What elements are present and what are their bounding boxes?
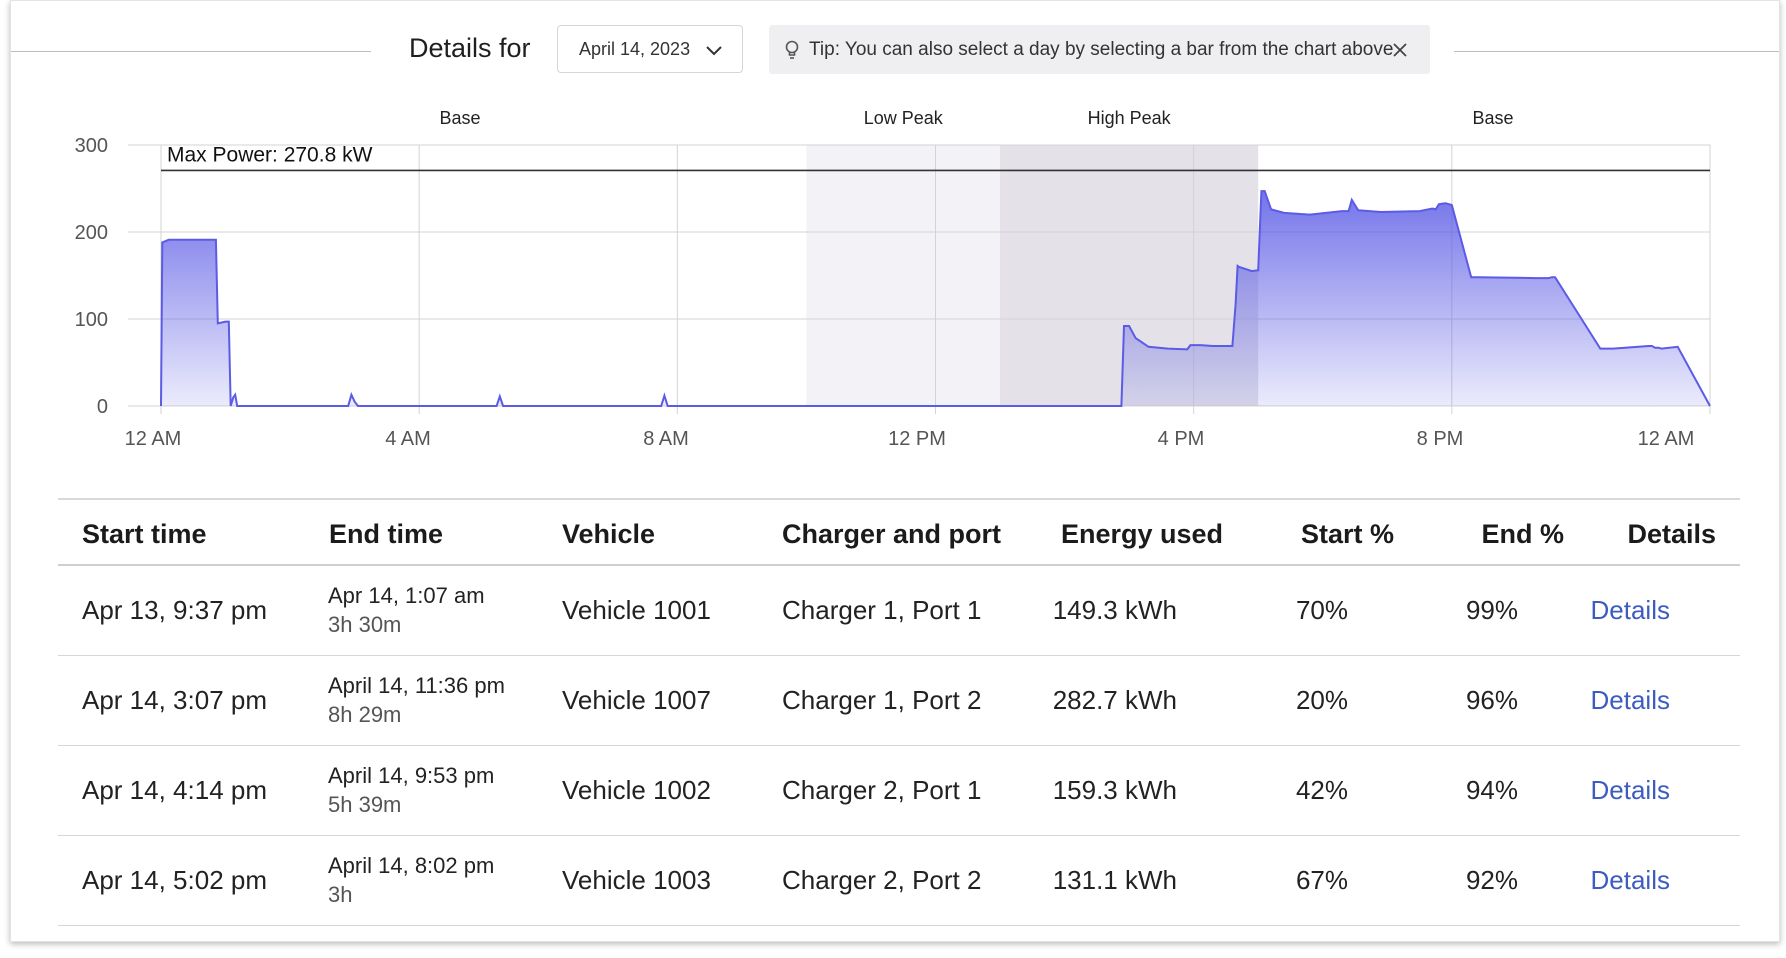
cell-start-pct: 20% [1295,685,1348,715]
col-header-start-pct: Start % [1300,519,1394,549]
table-row: Apr 14, 5:02 pm April 14, 8:02 pm 3h Vehicl… [58,836,1740,926]
cell-start-pct: 42% [1295,775,1348,805]
col-header-end-pct: End % [1481,519,1564,549]
cell-energy-used: 159.3 kWh [1052,775,1177,805]
y-tick-label-0: 0 [97,396,108,418]
col-header-end-time: End time [329,519,444,549]
period-label-3: Base [1472,108,1513,128]
cell-charger-port: Charger 1, Port 2 [782,685,982,715]
table-row: Apr 14, 3:07 pm April 14, 11:36 pm 8h 29m V… [58,656,1740,746]
cell-energy-used: 149.3 kWh [1052,595,1177,625]
max-power-label: Max Power: 270.8 kW [167,143,373,166]
cell-start-time: Apr 14, 5:02 pm [82,865,267,895]
col-header-energy-used: Energy used [1060,519,1223,549]
cell-start-pct: 70% [1295,595,1348,625]
power-chart[interactable]: Base Low Peak High Peak Base 0 100 200 300 12 AM… [0,0,1786,470]
x-tick-label-3: 12 PM [888,428,946,450]
cell-start-pct: 67% [1295,865,1348,895]
cell-duration: 3h [328,882,353,907]
table-top-rule [58,498,1740,500]
cell-charger-port: Charger 2, Port 1 [782,775,982,805]
cell-vehicle: Vehicle 1002 [562,775,711,805]
period-label-0: Base [439,108,480,128]
cell-start-time: Apr 14, 3:07 pm [82,685,267,715]
cell-duration: 5h 39m [328,792,402,817]
x-tick-label-1: 4 AM [385,428,431,450]
y-tick-label-1: 100 [75,309,108,331]
cell-energy-used: 282.7 kWh [1052,685,1177,715]
table-row: Apr 13, 9:37 pm Apr 14, 1:07 am 3h 30m Vehi… [58,566,1740,656]
y-tick-label-2: 200 [75,222,108,244]
x-tick-label-0: 12 AM [125,428,182,450]
period-label-1: Low Peak [864,108,944,128]
cell-duration: 8h 29m [328,702,402,727]
cell-charger-port: Charger 2, Port 2 [782,865,982,895]
cell-duration: 3h 30m [328,612,402,637]
y-tick-label-3: 300 [75,135,108,157]
details-link[interactable]: Details [1591,865,1670,896]
cell-end-time: April 14, 8:02 pm [328,853,495,878]
cell-start-time: Apr 14, 4:14 pm [82,775,267,805]
cell-charger-port: Charger 1, Port 1 [782,595,982,625]
col-header-details: Details [1627,519,1716,549]
col-header-start-time: Start time [82,519,207,549]
table-row: Apr 14, 4:14 pm April 14, 9:53 pm 5h 39m Ve… [58,746,1740,836]
cell-end-time: Apr 14, 1:07 am [328,583,485,608]
col-header-vehicle: Vehicle [562,519,656,549]
cell-vehicle: Vehicle 1007 [562,685,711,715]
cell-end-pct: 94% [1465,775,1518,805]
row-divider [58,925,1740,926]
x-tick-label-4: 4 PM [1158,428,1205,450]
cell-end-pct: 99% [1465,595,1518,625]
cell-end-pct: 96% [1465,685,1518,715]
cell-vehicle: Vehicle 1003 [562,865,711,895]
cell-end-time: April 14, 9:53 pm [328,763,495,788]
details-link[interactable]: Details [1591,685,1670,716]
x-tick-label-6: 12 AM [1638,428,1695,450]
period-band-1 [806,145,1001,406]
cell-vehicle: Vehicle 1001 [562,595,711,625]
details-link[interactable]: Details [1591,595,1670,626]
cell-end-pct: 92% [1465,865,1518,895]
period-label-2: High Peak [1088,108,1172,128]
cell-end-time: April 14, 11:36 pm [328,673,505,698]
x-tick-label-2: 8 AM [643,428,689,450]
cell-start-time: Apr 13, 9:37 pm [82,595,267,625]
cell-energy-used: 131.1 kWh [1052,865,1177,895]
col-header-charger-and-port: Charger and port [782,519,1002,549]
details-link[interactable]: Details [1591,775,1670,806]
x-tick-label-5: 8 PM [1417,428,1464,450]
